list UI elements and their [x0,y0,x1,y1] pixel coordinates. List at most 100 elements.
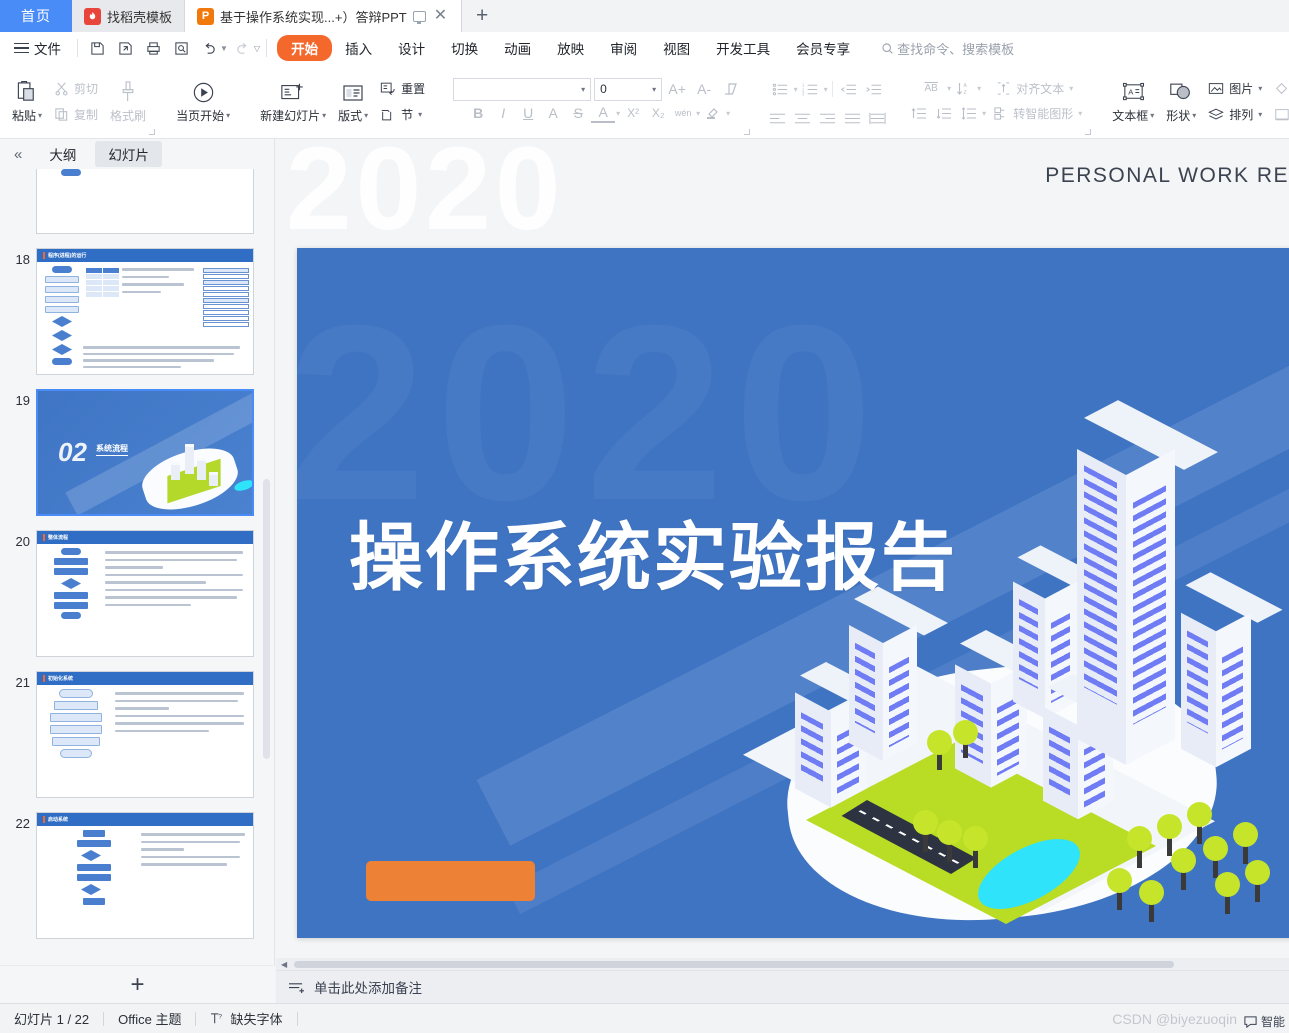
home-tab[interactable]: 首页 [0,0,72,32]
command-search[interactable]: 查找命令、搜索模板 [881,39,1014,58]
slide-counter[interactable]: 幻灯片 1 / 22 [0,1009,103,1028]
slide-thumbnail-18[interactable]: 程序(进程)的运行 [36,248,254,375]
align-center-icon[interactable] [790,106,814,130]
list-item[interactable]: 20 整体流程 [8,530,274,657]
assistant-button[interactable]: 智能 [1243,1013,1285,1030]
align-left-icon[interactable] [765,106,789,130]
subscript-button[interactable]: X₂ [646,101,670,125]
list-item[interactable]: 19 02 系统流程 [8,389,274,516]
sort-icon[interactable]: AZ [952,77,976,101]
slide-thumbnail-list[interactable]: 18 程序(进程)的运行 19 02 系统流程 20 整体流程 21 初始化系统… [0,169,274,970]
panel-tab-slides[interactable]: 幻灯片 [95,141,162,167]
font-name-dropdown-icon[interactable]: ▾ [581,85,585,94]
menu-item-view[interactable]: 视图 [650,35,703,61]
list-item[interactable]: 22 启动系统 [8,812,274,939]
list-item[interactable]: 18 程序(进程)的运行 [8,248,274,375]
print-icon[interactable] [140,36,166,60]
menu-item-animation[interactable]: 动画 [491,35,544,61]
list-item[interactable] [8,169,274,234]
horizontal-scroll-thumb[interactable] [294,960,1175,968]
numbering-dropdown-icon[interactable]: ▾ [824,85,828,94]
sort-dropdown-icon[interactable]: ▾ [977,84,981,93]
outline-button[interactable]: 轮廓▾ [1268,102,1289,127]
save-icon[interactable] [84,36,110,60]
font-color-button[interactable]: A [591,103,616,123]
align-right-icon[interactable] [815,106,839,130]
scroll-left-icon[interactable]: ◀ [276,960,292,969]
line-spacing-icon[interactable] [957,102,981,126]
missing-font-indicator[interactable]: ? 缺失字体 [196,1009,296,1028]
redo-icon[interactable] [230,36,256,60]
decrease-paragraph-spacing-icon[interactable] [932,102,956,126]
tab-presentation-active[interactable]: P 基于操作系统实现...+）答辩PPT ✕ [185,0,463,32]
slide-thumbnail-17[interactable] [36,169,254,234]
decrease-indent-icon[interactable] [837,77,861,101]
format-painter-button[interactable]: 格式刷 [104,76,152,126]
menu-item-design[interactable]: 设计 [385,35,438,61]
highlight-icon[interactable] [701,101,725,125]
layout-button[interactable]: 版式 ▾ [332,76,374,126]
slide-panel-scrollbar[interactable] [263,479,270,759]
underline-button[interactable]: U [516,101,540,125]
bullets-dropdown-icon[interactable]: ▾ [794,85,798,94]
slide-thumbnail-21[interactable]: 初始化系统 [36,671,254,798]
copy-button[interactable]: 复制 [48,102,104,127]
customize-quick-access-icon[interactable]: ▽ [254,44,260,53]
clipboard-dialog-launcher[interactable] [149,129,156,135]
start-from-current-button[interactable]: 当页开始 ▾ [170,76,236,126]
menu-item-insert[interactable]: 插入 [332,35,385,61]
superscript-button[interactable]: X² [621,101,645,125]
current-slide-canvas[interactable]: 2020 [297,248,1289,938]
add-slide-button[interactable]: + [0,965,275,1003]
paragraph-dialog-launcher[interactable] [1085,129,1092,135]
slide-orange-button[interactable] [366,861,535,901]
print-preview-icon[interactable] [168,36,194,60]
notes-pane[interactable]: 单击此处添加备注 [276,970,1289,1003]
collapse-left-icon[interactable]: « [6,146,30,163]
bold-button[interactable]: B [466,101,490,125]
italic-button[interactable]: I [491,101,515,125]
horizontal-scrollbar[interactable]: ◀ [276,958,1289,970]
increase-indent-icon[interactable] [862,77,886,101]
text-direction-button[interactable]: AB [916,77,946,101]
align-text-button[interactable]: 对齐文本 ▾ [990,76,1079,101]
distribute-icon[interactable] [865,106,889,130]
char-border-button[interactable]: A [541,101,565,125]
fill-button[interactable]: 填充▾ [1268,76,1289,101]
slide-thumbnail-19[interactable]: 02 系统流程 [36,389,254,516]
menu-item-start[interactable]: 开始 [277,35,333,61]
bullets-icon[interactable] [769,77,793,101]
menu-item-review[interactable]: 审阅 [597,35,650,61]
slide-title-text[interactable]: 操作系统实验报告 [349,498,957,605]
reset-button[interactable]: 重置 [374,76,431,101]
font-dialog-launcher[interactable] [744,129,751,135]
clear-format-icon[interactable] [719,77,743,101]
menu-item-transition[interactable]: 切换 [438,35,491,61]
tab-docer-template[interactable]: 找稻壳模板 [72,0,186,32]
theme-indicator[interactable]: Office 主题 [104,1009,195,1028]
font-size-input[interactable]: 0 ▾ [594,77,663,101]
paste-button[interactable]: 粘贴 ▾ [6,76,48,126]
font-size-dropdown-icon[interactable]: ▾ [652,85,656,94]
shapes-button[interactable]: 形状 ▾ [1160,76,1202,126]
new-tab-button[interactable]: + [462,0,502,32]
new-slide-button[interactable]: 新建幻灯片 ▾ [254,76,332,126]
font-name-input[interactable]: ▾ [453,77,592,101]
justify-icon[interactable] [840,106,864,130]
panel-tab-outline[interactable]: 大纲 [36,141,89,167]
menu-item-developer[interactable]: 开发工具 [703,35,783,61]
line-spacing-dropdown-icon[interactable]: ▾ [982,109,986,118]
convert-smartart-button[interactable]: 转智能图形 ▾ [987,101,1088,126]
undo-icon[interactable] [196,36,222,60]
presentation-monitor-icon[interactable] [412,10,426,24]
phonetic-guide-button[interactable]: wén [671,101,695,125]
close-icon[interactable]: ✕ [432,8,449,24]
section-button[interactable]: 节 ▾ [374,102,431,127]
increase-paragraph-spacing-icon[interactable] [907,102,931,126]
menu-item-slideshow[interactable]: 放映 [544,35,597,61]
cut-button[interactable]: 剪切 [48,76,104,101]
highlight-dropdown-icon[interactable]: ▾ [726,109,730,118]
textbox-button[interactable]: A 文本框 ▾ [1106,76,1160,126]
numbering-icon[interactable]: 123 [799,77,823,101]
list-item[interactable]: 21 初始化系统 [8,671,274,798]
